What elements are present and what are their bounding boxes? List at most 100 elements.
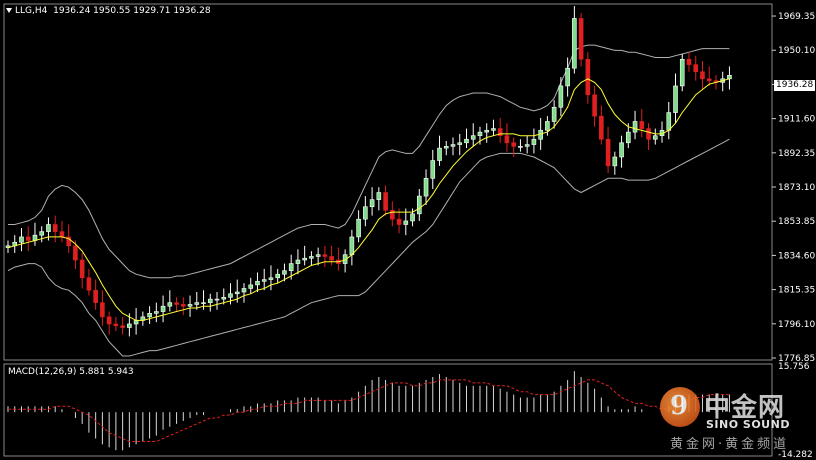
candle-body [686, 58, 692, 65]
candle-body [194, 302, 200, 305]
candle-body [275, 273, 280, 279]
candle-body [147, 313, 152, 318]
candle-body [626, 131, 631, 144]
symbol-label: LLG,H4 [15, 6, 48, 16]
candle-body [86, 277, 92, 291]
candle-body [652, 135, 658, 140]
macd-tick-label: 15.756 [778, 362, 810, 372]
candle-body [592, 94, 597, 117]
candle-body [302, 257, 307, 261]
candle-body [268, 277, 274, 280]
candle-body [309, 256, 314, 259]
candle-body [477, 131, 483, 136]
candle-body [443, 146, 449, 149]
candle-body [524, 144, 530, 147]
chart-header: LLG,H4 1936.24 1950.55 1929.71 1936.28 [6, 6, 211, 16]
candle-body [518, 146, 523, 148]
candle-body [282, 270, 287, 275]
candle-body [403, 220, 409, 225]
candle-body [288, 263, 294, 271]
candle-body [52, 224, 58, 232]
candle-body [133, 320, 139, 325]
candle-body [19, 236, 24, 243]
candle-body [207, 298, 213, 303]
logo-english: SINO SOUND [706, 418, 790, 431]
candle-body [39, 231, 45, 236]
candle-body [551, 106, 557, 122]
candle-body [693, 64, 699, 73]
candle-body [470, 135, 476, 140]
candle-body [572, 18, 577, 69]
candle-body [113, 323, 119, 327]
candle-body [545, 121, 550, 131]
candle-body [632, 121, 638, 133]
macd-label: MACD(12,26,9) 5.881 5.943 [8, 367, 134, 377]
candle-body [349, 236, 355, 256]
candle-body [25, 236, 31, 241]
candle-body [181, 304, 186, 307]
candle-body [214, 298, 220, 301]
chevron-down-icon[interactable] [6, 8, 12, 13]
candle-body [59, 231, 65, 238]
candle-body [248, 284, 254, 289]
sinosound-logo: 9 中金网 SINO SOUND 黄金网·黄金频道 [660, 383, 810, 455]
candle-body [221, 297, 227, 300]
current-price-tag: 1936.28 [774, 80, 816, 91]
candle-body [599, 115, 604, 140]
candle-body [504, 135, 510, 144]
candle-body [154, 311, 159, 314]
candle-body [167, 302, 173, 307]
candle-body [437, 147, 442, 161]
candle-body [531, 138, 537, 145]
candle-body [106, 316, 112, 325]
candle-body [127, 323, 132, 328]
candle-body [666, 112, 672, 131]
candle-body [261, 279, 267, 282]
candle-body [706, 78, 712, 81]
logo-mark-icon: 9 [660, 387, 700, 427]
y-tick-label: 1892.35 [778, 149, 815, 159]
candle-body [605, 138, 611, 167]
candle-body [511, 142, 516, 147]
candle-body [396, 218, 402, 225]
ohlc-label: 1936.24 1950.55 1929.71 1936.28 [53, 6, 211, 16]
ma-line [7, 78, 730, 321]
candle-body [565, 67, 570, 87]
y-tick-label: 1950.10 [778, 46, 815, 56]
candle-body [369, 199, 375, 208]
candle-body [295, 259, 301, 264]
candle-body [160, 305, 166, 312]
y-tick-label: 1815.35 [778, 286, 815, 296]
candle-body [356, 218, 361, 238]
candle-body [450, 144, 456, 147]
candle-body [558, 85, 564, 108]
candle-body [491, 128, 496, 131]
candle-body [93, 289, 98, 303]
candle-body [100, 302, 105, 318]
candle-body [410, 213, 415, 222]
price-axis: 1969.351950.101930.851911.601892.351873.… [772, 12, 815, 364]
candle-body [585, 58, 591, 96]
candle-body [612, 156, 618, 167]
candle-body [383, 192, 388, 211]
candle-body [315, 254, 321, 257]
y-tick-label: 1834.60 [778, 251, 815, 261]
candle-body [187, 304, 193, 307]
candle-body [234, 291, 240, 295]
y-tick-label: 1969.35 [778, 12, 815, 22]
y-tick-label: 1911.60 [778, 115, 815, 125]
macd-frame [3, 363, 773, 457]
candle-body [673, 85, 678, 113]
candle-body [578, 18, 584, 60]
candle-body [201, 302, 206, 304]
candle-body [700, 71, 705, 80]
candle-body [639, 121, 645, 129]
candle-body [79, 259, 85, 279]
candle-body [120, 325, 125, 328]
candle-body [646, 128, 651, 140]
candle-body [363, 206, 368, 220]
candlesticks [5, 6, 732, 337]
candle-body [73, 245, 78, 261]
candle-body [46, 224, 51, 232]
candle-body [228, 293, 233, 298]
